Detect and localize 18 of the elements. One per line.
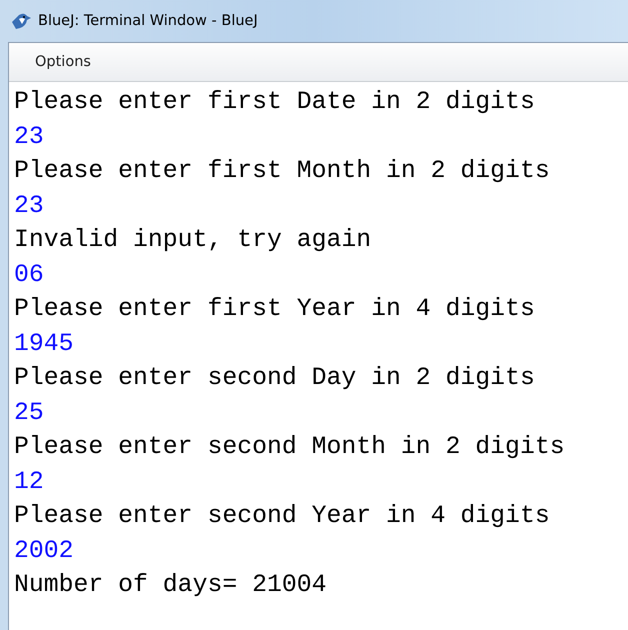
output-text: Please enter first Month in 2 digits <box>14 157 550 185</box>
user-input-text: 25 <box>14 398 44 426</box>
output-text: Please enter second Year in 4 digits <box>14 502 550 530</box>
user-input-text: 2002 <box>14 536 74 564</box>
output-text: Invalid input, try again <box>14 226 372 254</box>
output-text: Please enter second Month in 2 digits <box>14 433 565 461</box>
user-input-text: 12 <box>14 468 44 496</box>
output-text: Please enter first Year in 4 digits <box>14 295 535 323</box>
user-input-text: 23 <box>14 122 44 150</box>
bird-icon <box>10 12 32 30</box>
output-text: Please enter second Day in 2 digits <box>14 364 535 392</box>
user-input-text: 23 <box>14 192 44 220</box>
menu-item[interactable]: Options <box>27 51 99 73</box>
output-text: Please enter first Date in 2 digits <box>14 88 535 116</box>
user-input-text: 1945 <box>14 330 74 358</box>
user-input-text: 06 <box>14 260 44 288</box>
output-text: Number of days= 21004 <box>14 571 326 599</box>
window-title: BlueJ: Terminal Window - BlueJ <box>38 13 258 29</box>
